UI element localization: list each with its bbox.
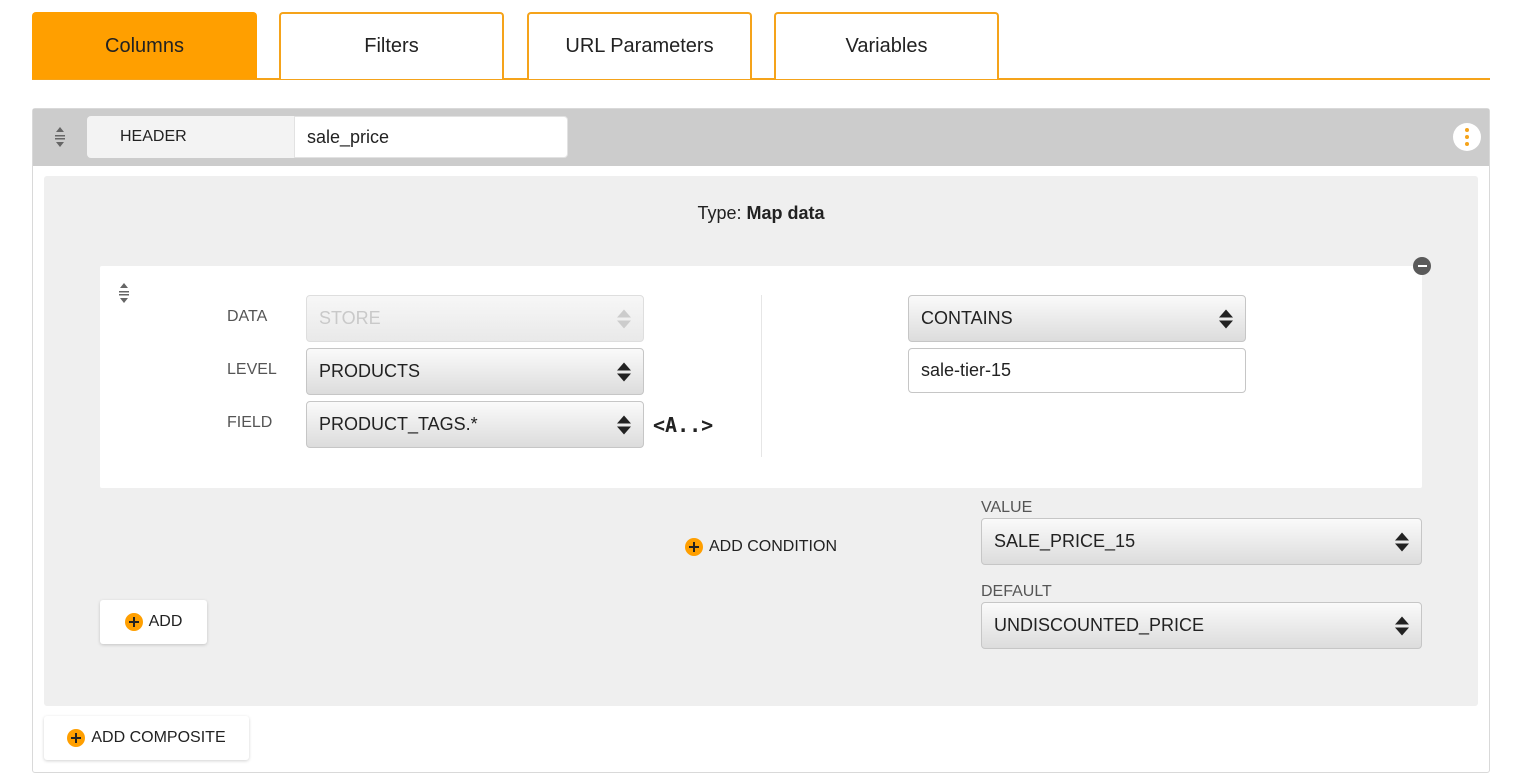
default-label: DEFAULT: [981, 583, 1052, 600]
field-label: FIELD: [227, 414, 273, 431]
field-select-value: PRODUCT_TAGS.*: [319, 414, 478, 434]
type-prefix: Type:: [697, 203, 742, 223]
field-select[interactable]: PRODUCT_TAGS.*: [306, 401, 644, 448]
header-label: HEADER: [87, 116, 294, 158]
select-arrows-icon: [617, 362, 631, 381]
tab-variables[interactable]: Variables: [774, 12, 999, 79]
drag-handle-icon[interactable]: [115, 281, 133, 305]
default-select-value: UNDISCOUNTED_PRICE: [994, 615, 1205, 635]
add-composite-button[interactable]: ADD COMPOSITE: [44, 716, 249, 760]
add-composite-label: ADD COMPOSITE: [91, 729, 226, 746]
map-data-section: Type: Map data DATA STORE LEVEL PRODUCTS: [44, 176, 1478, 706]
data-select-value: STORE: [319, 308, 381, 328]
remove-icon[interactable]: [1413, 257, 1431, 275]
value-select-value: SALE_PRICE_15: [994, 531, 1136, 551]
divider: [761, 295, 762, 457]
level-select-value: PRODUCTS: [319, 361, 421, 381]
plus-icon: [124, 613, 143, 631]
level-label: LEVEL: [227, 361, 277, 378]
type-line: Type: Map data: [44, 203, 1478, 224]
tab-url-parameters[interactable]: URL Parameters: [527, 12, 752, 79]
level-select[interactable]: PRODUCTS: [306, 348, 644, 395]
column-panel: HEADER Type: Map data DATA STORE: [32, 108, 1490, 773]
select-arrows-icon: [1219, 309, 1233, 328]
tab-columns[interactable]: Columns: [32, 12, 257, 79]
header-input[interactable]: [294, 116, 568, 158]
data-select: STORE: [306, 295, 644, 342]
plus-icon: [67, 729, 86, 747]
add-condition-label: ADD CONDITION: [709, 538, 837, 555]
add-label: ADD: [148, 613, 183, 630]
operator-select-value: CONTAINS: [921, 308, 1013, 328]
select-arrows-icon: [617, 309, 631, 328]
operator-select[interactable]: CONTAINS: [908, 295, 1246, 342]
select-arrows-icon: [1395, 616, 1409, 635]
type-value: Map data: [746, 203, 825, 223]
add-button[interactable]: ADD: [100, 600, 207, 644]
plus-icon: [685, 538, 703, 556]
tab-bar: Columns Filters URL Parameters Variables: [32, 12, 1490, 80]
select-arrows-icon: [617, 415, 631, 434]
value-label: VALUE: [981, 499, 1033, 516]
default-select[interactable]: UNDISCOUNTED_PRICE: [981, 602, 1422, 649]
drag-handle-icon[interactable]: [51, 125, 69, 149]
match-value-input[interactable]: [908, 348, 1246, 393]
add-condition-button[interactable]: ADD CONDITION: [685, 538, 837, 556]
macro-button[interactable]: <A..>: [653, 413, 713, 437]
select-arrows-icon: [1395, 532, 1409, 551]
value-select[interactable]: SALE_PRICE_15: [981, 518, 1422, 565]
tab-filters[interactable]: Filters: [279, 12, 504, 79]
kebab-menu-icon[interactable]: [1453, 123, 1481, 151]
data-label: DATA: [227, 308, 268, 325]
column-header-bar: HEADER: [33, 109, 1489, 166]
condition-card: DATA STORE LEVEL PRODUCTS FIELD PRODUCT_…: [100, 257, 1431, 488]
